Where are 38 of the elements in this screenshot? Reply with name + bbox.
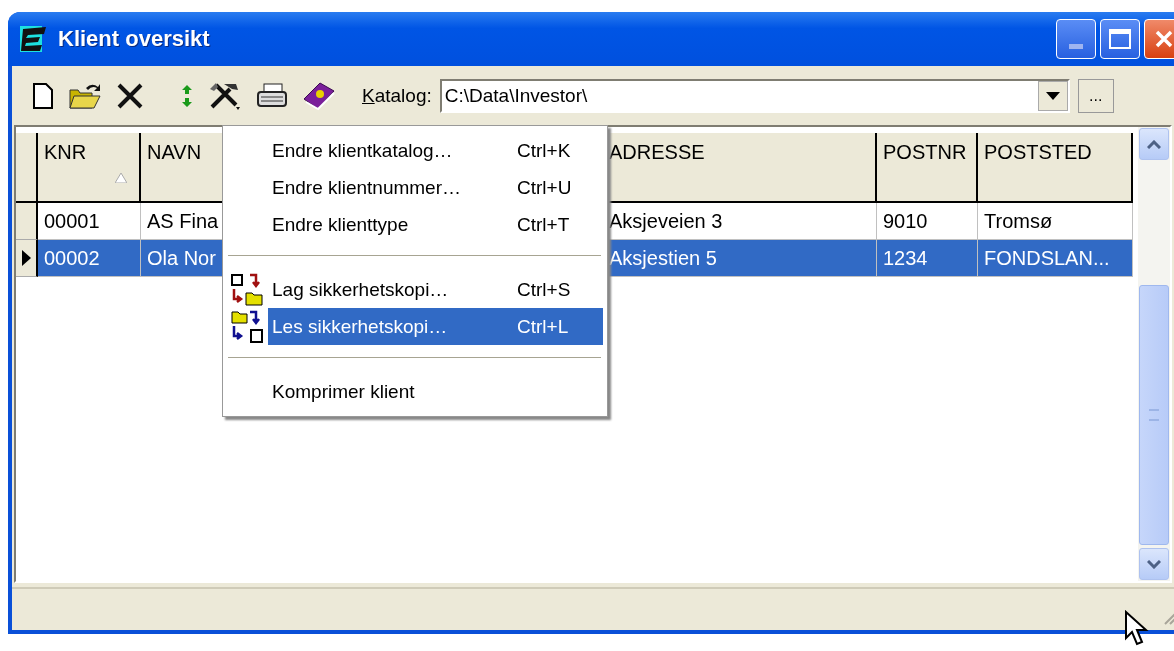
menu-item[interactable]: Endre klientnummer… Ctrl+U bbox=[268, 169, 603, 206]
row-indicator[interactable] bbox=[16, 203, 38, 240]
table-cell: 1234 bbox=[877, 240, 978, 277]
current-row-icon bbox=[21, 250, 31, 266]
menu-item[interactable]: Endre klienttype Ctrl+T bbox=[268, 206, 603, 243]
column-header[interactable]: KNR bbox=[38, 133, 141, 203]
backup-icon bbox=[230, 272, 264, 307]
scroll-thumb[interactable] bbox=[1139, 285, 1169, 545]
chevron-down-icon bbox=[1147, 559, 1162, 569]
catalog-label: Katalog: bbox=[362, 84, 432, 107]
restore-icon bbox=[230, 309, 264, 344]
new-document-icon[interactable] bbox=[32, 82, 54, 109]
delete-icon[interactable] bbox=[116, 81, 144, 110]
catalog-combo-box[interactable]: C:\Data\Investor\ bbox=[439, 78, 1070, 113]
menu-item[interactable]: Endre klientkatalog… Ctrl+K bbox=[268, 132, 603, 169]
printer-icon[interactable] bbox=[256, 81, 288, 110]
dropdown-arrow-icon bbox=[1045, 91, 1060, 100]
help-book-icon[interactable] bbox=[302, 80, 336, 111]
window-title: Klient oversikt bbox=[58, 26, 210, 52]
row-header-corner bbox=[16, 133, 38, 203]
maximize-button[interactable] bbox=[1100, 19, 1140, 59]
browse-button[interactable]: ... bbox=[1077, 78, 1114, 113]
refresh-icon[interactable] bbox=[180, 82, 194, 109]
vertical-scrollbar[interactable] bbox=[1138, 127, 1170, 581]
table-cell: 00002 bbox=[38, 240, 141, 277]
scroll-up-button[interactable] bbox=[1139, 128, 1169, 160]
minimize-button[interactable] bbox=[1056, 19, 1096, 59]
app-logo-icon bbox=[20, 26, 48, 52]
close-icon bbox=[1153, 28, 1174, 50]
row-indicator[interactable] bbox=[16, 240, 38, 277]
table-cell: FONDSLAN... bbox=[978, 240, 1133, 277]
chevron-up-icon bbox=[1147, 139, 1162, 149]
column-header[interactable]: POSTSTED bbox=[978, 133, 1133, 203]
menu-item[interactable]: Les sikkerhetskopi… Ctrl+L bbox=[268, 308, 603, 345]
close-button[interactable] bbox=[1144, 19, 1174, 59]
menu-item[interactable]: Komprimer klient bbox=[268, 373, 603, 410]
column-header[interactable]: POSTNR bbox=[877, 133, 978, 203]
scroll-down-button[interactable] bbox=[1139, 548, 1169, 580]
